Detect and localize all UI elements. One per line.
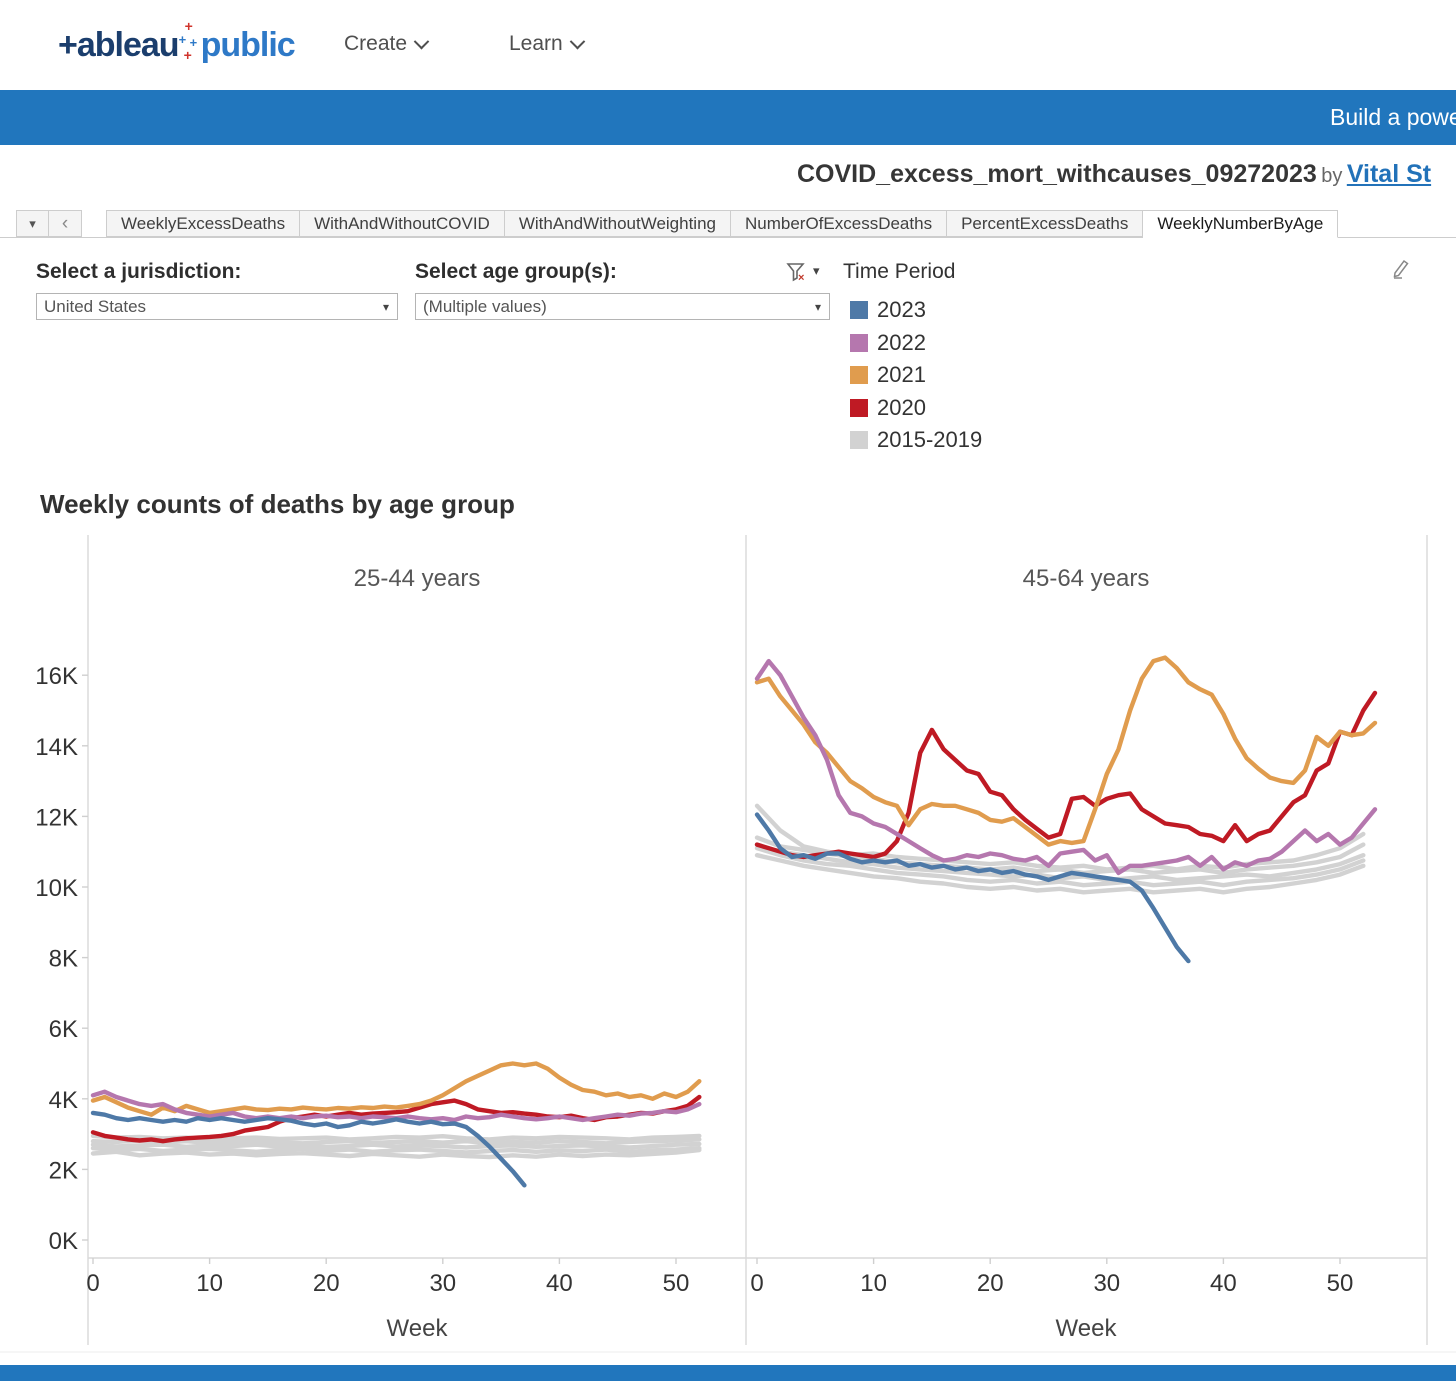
y-axis-label: 10K (35, 875, 78, 902)
y-axis-label: 16K (35, 663, 78, 690)
viz-footer-bar (0, 1365, 1456, 1381)
x-axis-label: 20 (313, 1270, 340, 1297)
panel-title: 25-44 years (354, 565, 481, 592)
y-axis-label: 6K (49, 1016, 78, 1043)
weekly-deaths-chart: 0K 2K 4K 6K 8K 10K 12K 14K 16K 25-44 years 0 10 20 30… (0, 535, 1456, 1353)
x-axis-label: 0 (86, 1270, 99, 1297)
x-axis-label: 20 (977, 1270, 1004, 1297)
y-axis-label: 12K (35, 804, 78, 831)
x-axis-label: 30 (1093, 1270, 1120, 1297)
y-axis-label: 14K (35, 734, 78, 761)
x-axis-title: Week (1056, 1315, 1118, 1342)
x-axis-label: 30 (429, 1270, 456, 1297)
x-axis-label: 50 (663, 1270, 690, 1297)
y-axis-label: 8K (49, 946, 78, 973)
x-axis-label: 40 (546, 1270, 573, 1297)
x-axis-label: 40 (1210, 1270, 1237, 1297)
y-axis-label: 2K (49, 1157, 78, 1184)
x-axis-label: 10 (196, 1270, 223, 1297)
x-axis-label: 0 (750, 1270, 763, 1297)
x-axis-label: 50 (1327, 1270, 1354, 1297)
x-axis-title: Week (387, 1315, 449, 1342)
x-axis-label: 10 (860, 1270, 887, 1297)
series-line-2021-panel0[interactable] (90, 1061, 702, 1117)
series-line-2015-2019-panel0[interactable] (90, 1141, 702, 1150)
series-line-2020-panel1[interactable] (754, 690, 1378, 860)
panel-title: 45-64 years (1023, 565, 1150, 592)
y-axis-label: 4K (49, 1087, 78, 1114)
y-axis-label: 0K (49, 1228, 78, 1255)
